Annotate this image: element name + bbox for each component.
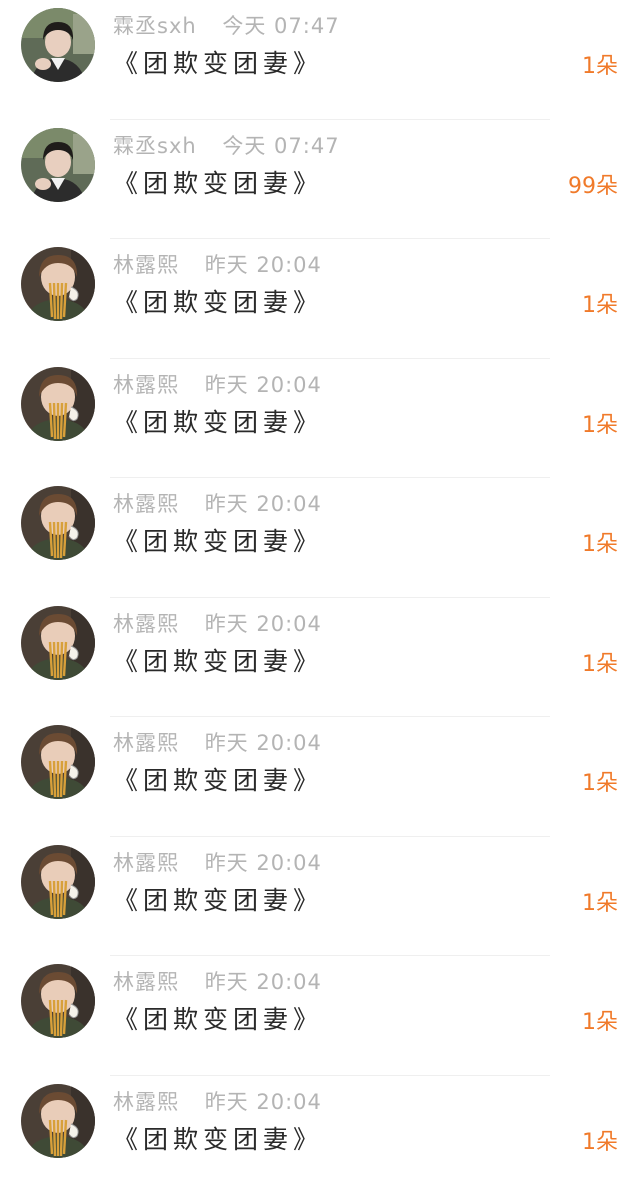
- sender-name[interactable]: 林露熙: [113, 373, 179, 397]
- avatar[interactable]: [21, 247, 95, 321]
- work-title[interactable]: 《团欺变团妻》: [113, 164, 323, 200]
- avatar[interactable]: [21, 367, 95, 441]
- sender-name[interactable]: 林露熙: [113, 970, 179, 994]
- record-time: 昨天 20:04: [205, 612, 322, 636]
- gift-record-row[interactable]: 林露熙 昨天 20:04 《团欺变团妻》 1朵: [0, 478, 640, 598]
- gift-record-row[interactable]: 霖丞sxh 今天 07:47 《团欺变团妻》 99朵: [0, 120, 640, 240]
- record-meta: 霖丞sxh 今天 07:47: [113, 10, 340, 40]
- gift-record-row[interactable]: 林露熙 昨天 20:04 《团欺变团妻》 1朵: [0, 1076, 640, 1195]
- record-time: 今天 07:47: [222, 134, 339, 158]
- record-time: 今天 07:47: [222, 14, 339, 38]
- sender-name[interactable]: 林露熙: [113, 1090, 179, 1114]
- flower-count: 1朵: [582, 646, 618, 678]
- gift-record-row[interactable]: 林露熙 昨天 20:04 《团欺变团妻》 1朵: [0, 239, 640, 359]
- record-meta: 林露熙 昨天 20:04: [113, 369, 322, 399]
- flower-count: 1朵: [582, 287, 618, 319]
- sender-name[interactable]: 林露熙: [113, 731, 179, 755]
- record-meta: 林露熙 昨天 20:04: [113, 1086, 322, 1116]
- record-meta: 林露熙 昨天 20:04: [113, 488, 322, 518]
- avatar[interactable]: [21, 486, 95, 560]
- flower-count: 1朵: [582, 885, 618, 917]
- gift-record-row[interactable]: 林露熙 昨天 20:04 《团欺变团妻》 1朵: [0, 598, 640, 718]
- gift-record-row[interactable]: 林露熙 昨天 20:04 《团欺变团妻》 1朵: [0, 837, 640, 957]
- work-title[interactable]: 《团欺变团妻》: [113, 881, 323, 917]
- gift-record-row[interactable]: 霖丞sxh 今天 07:47 《团欺变团妻》 1朵: [0, 0, 640, 120]
- avatar[interactable]: [21, 845, 95, 919]
- flower-count: 1朵: [582, 526, 618, 558]
- flower-count: 1朵: [582, 1004, 618, 1036]
- avatar[interactable]: [21, 725, 95, 799]
- work-title[interactable]: 《团欺变团妻》: [113, 761, 323, 797]
- flower-count: 1朵: [582, 407, 618, 439]
- sender-name[interactable]: 林露熙: [113, 851, 179, 875]
- record-time: 昨天 20:04: [205, 253, 322, 277]
- record-time: 昨天 20:04: [205, 851, 322, 875]
- record-time: 昨天 20:04: [205, 492, 322, 516]
- gift-record-row[interactable]: 林露熙 昨天 20:04 《团欺变团妻》 1朵: [0, 956, 640, 1076]
- record-meta: 林露熙 昨天 20:04: [113, 966, 322, 996]
- flower-count: 1朵: [582, 48, 618, 80]
- work-title[interactable]: 《团欺变团妻》: [113, 44, 323, 80]
- avatar[interactable]: [21, 1084, 95, 1158]
- avatar[interactable]: [21, 606, 95, 680]
- sender-name[interactable]: 霖丞sxh: [113, 14, 197, 38]
- work-title[interactable]: 《团欺变团妻》: [113, 283, 323, 319]
- record-meta: 林露熙 昨天 20:04: [113, 847, 322, 877]
- work-title[interactable]: 《团欺变团妻》: [113, 403, 323, 439]
- gift-record-row[interactable]: 林露熙 昨天 20:04 《团欺变团妻》 1朵: [0, 359, 640, 479]
- gift-record-list: 霖丞sxh 今天 07:47 《团欺变团妻》 1朵 霖丞sxh 今天 07:47…: [0, 0, 640, 1195]
- work-title[interactable]: 《团欺变团妻》: [113, 1000, 323, 1036]
- avatar[interactable]: [21, 964, 95, 1038]
- gift-record-row[interactable]: 林露熙 昨天 20:04 《团欺变团妻》 1朵: [0, 717, 640, 837]
- work-title[interactable]: 《团欺变团妻》: [113, 1120, 323, 1156]
- flower-count: 99朵: [568, 168, 618, 200]
- record-time: 昨天 20:04: [205, 970, 322, 994]
- work-title[interactable]: 《团欺变团妻》: [113, 522, 323, 558]
- flower-count: 1朵: [582, 765, 618, 797]
- avatar[interactable]: [21, 128, 95, 202]
- record-time: 昨天 20:04: [205, 1090, 322, 1114]
- record-meta: 林露熙 昨天 20:04: [113, 608, 322, 638]
- record-time: 昨天 20:04: [205, 731, 322, 755]
- sender-name[interactable]: 林露熙: [113, 612, 179, 636]
- record-meta: 林露熙 昨天 20:04: [113, 249, 322, 279]
- record-meta: 霖丞sxh 今天 07:47: [113, 130, 340, 160]
- work-title[interactable]: 《团欺变团妻》: [113, 642, 323, 678]
- record-time: 昨天 20:04: [205, 373, 322, 397]
- sender-name[interactable]: 霖丞sxh: [113, 134, 197, 158]
- sender-name[interactable]: 林露熙: [113, 253, 179, 277]
- sender-name[interactable]: 林露熙: [113, 492, 179, 516]
- avatar[interactable]: [21, 8, 95, 82]
- record-meta: 林露熙 昨天 20:04: [113, 727, 322, 757]
- flower-count: 1朵: [582, 1124, 618, 1156]
